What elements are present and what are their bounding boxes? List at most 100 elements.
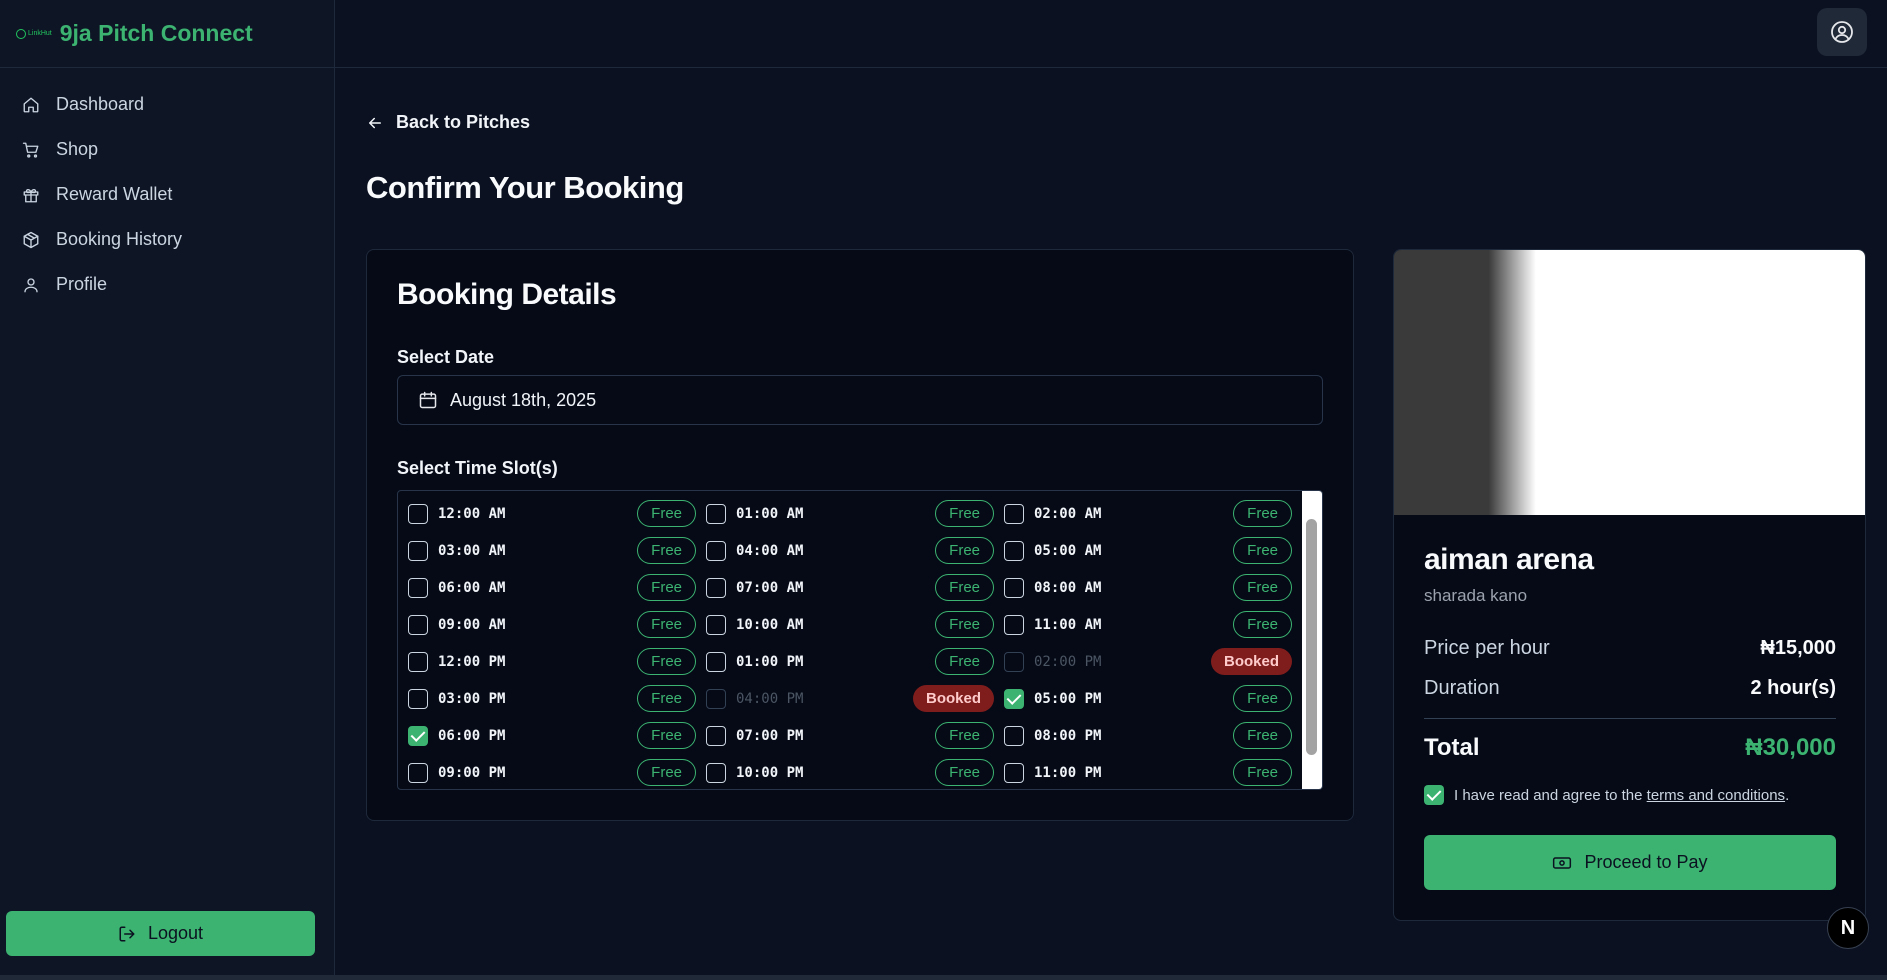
- summary-divider: [1424, 718, 1836, 719]
- time-slot-label: 07:00 PM: [736, 727, 804, 744]
- user-menu-button[interactable]: [1817, 8, 1867, 56]
- sidebar-item-dashboard[interactable]: Dashboard: [0, 82, 334, 127]
- time-slot: 08:00 PM Free: [994, 717, 1292, 754]
- sidebar-item-label: Booking History: [56, 229, 183, 249]
- sidebar-item-label: Shop: [56, 139, 99, 159]
- time-slots-list[interactable]: 12:00 AM Free 01:00 AM Free 02:00 AM Free 03:0…: [397, 490, 1323, 790]
- time-slot-checkbox: [1004, 651, 1024, 672]
- time-slot-label: 07:00 AM: [736, 579, 804, 596]
- booking-details-card: Booking Details Select Date August 18th,…: [366, 249, 1354, 821]
- time-slot-checkbox[interactable]: [408, 688, 428, 709]
- time-slot-checkbox[interactable]: [408, 503, 428, 524]
- sidebar-item-booking-history[interactable]: Booking History: [0, 217, 334, 262]
- banknote-icon: [1553, 856, 1572, 869]
- terms-link[interactable]: terms and conditions: [1647, 787, 1785, 804]
- time-slot-checkbox[interactable]: [408, 614, 428, 635]
- free-badge: Free: [1233, 574, 1292, 601]
- time-slot-checkbox[interactable]: [408, 651, 428, 672]
- time-slot-label: 12:00 AM: [438, 505, 506, 522]
- time-slot: 03:00 PM Free: [398, 680, 696, 717]
- booked-badge: Booked: [912, 685, 994, 712]
- terms-agreement: I have read and agree to the terms and c…: [1424, 785, 1789, 805]
- terms-checkbox[interactable]: [1424, 785, 1444, 805]
- time-slot-checkbox[interactable]: [408, 725, 428, 746]
- time-slot-checkbox[interactable]: [706, 577, 726, 598]
- time-slot-checkbox[interactable]: [706, 725, 726, 746]
- time-slot: 12:00 PM Free: [398, 643, 696, 680]
- sidebar-item-label: Profile: [56, 274, 108, 294]
- slots-scrollbar[interactable]: [1302, 491, 1322, 789]
- time-slot-checkbox[interactable]: [706, 503, 726, 524]
- terms-prefix: I have read and agree to the: [1454, 786, 1643, 804]
- scrollbar-thumb[interactable]: [1306, 519, 1317, 755]
- free-badge: Free: [935, 722, 994, 749]
- nextjs-dev-badge[interactable]: N: [1827, 907, 1869, 949]
- time-slot-checkbox[interactable]: [1004, 614, 1024, 635]
- proceed-to-pay-button[interactable]: Proceed to Pay: [1424, 835, 1836, 890]
- time-slot-label: 10:00 AM: [736, 616, 804, 633]
- time-slot-checkbox[interactable]: [408, 577, 428, 598]
- free-badge: Free: [935, 759, 994, 786]
- gift-icon: [23, 188, 39, 202]
- time-slot-checkbox[interactable]: [408, 540, 428, 561]
- sidebar: LinkHut 9ja Pitch Connect Dashboard Shop…: [0, 0, 335, 975]
- sidebar-item-reward-wallet[interactable]: Reward Wallet: [0, 172, 334, 217]
- time-slot: 06:00 PM Free: [398, 717, 696, 754]
- time-slot: 05:00 PM Free: [994, 680, 1292, 717]
- free-badge: Free: [1233, 611, 1292, 638]
- time-slot-checkbox[interactable]: [1004, 503, 1024, 524]
- duration-label: Duration: [1424, 677, 1500, 699]
- select-time-slots-label: Select Time Slot(s): [397, 458, 558, 478]
- back-to-pitches-link[interactable]: Back to Pitches: [366, 112, 530, 133]
- time-slot-label: 01:00 AM: [736, 505, 804, 522]
- user-icon: [24, 277, 38, 292]
- select-date-label: Select Date: [397, 347, 495, 367]
- time-slot-checkbox[interactable]: [1004, 688, 1024, 709]
- total-value: ₦30,000: [1745, 734, 1836, 761]
- sidebar-item-shop[interactable]: Shop: [0, 127, 334, 172]
- time-slot-label: 09:00 PM: [438, 764, 506, 781]
- logout-icon: [119, 926, 135, 941]
- time-slot-checkbox[interactable]: [706, 651, 726, 672]
- time-slot: 04:00 AM Free: [696, 532, 994, 569]
- time-slot-label: 11:00 PM: [1034, 764, 1102, 781]
- time-slot-checkbox[interactable]: [1004, 725, 1024, 746]
- time-slot-checkbox[interactable]: [1004, 762, 1024, 783]
- page-title: Confirm Your Booking: [366, 170, 684, 205]
- time-slot-checkbox[interactable]: [706, 614, 726, 635]
- free-badge: Free: [935, 611, 994, 638]
- time-slot-label: 05:00 AM: [1034, 542, 1102, 559]
- free-badge: Free: [1233, 537, 1292, 564]
- pitch-name: aiman arena: [1424, 543, 1594, 576]
- date-picker-button[interactable]: August 18th, 2025: [397, 375, 1323, 425]
- sidebar-item-label: Reward Wallet: [56, 184, 173, 204]
- time-slot-label: 08:00 PM: [1034, 727, 1102, 744]
- back-label: Back to Pitches: [396, 112, 531, 132]
- logout-button[interactable]: Logout: [6, 911, 315, 956]
- sidebar-item-profile[interactable]: Profile: [0, 262, 334, 307]
- time-slot-checkbox: [706, 688, 726, 709]
- free-badge: Free: [637, 500, 696, 527]
- time-slot-label: 01:00 PM: [736, 653, 804, 670]
- time-slot-label: 03:00 PM: [438, 690, 506, 707]
- free-badge: Free: [637, 759, 696, 786]
- brand-logo-text: LinkHut: [28, 30, 52, 37]
- free-badge: Free: [935, 500, 994, 527]
- duration-row: Duration 2 hour(s): [1424, 677, 1836, 700]
- brand[interactable]: LinkHut 9ja Pitch Connect: [0, 0, 334, 68]
- pitch-location: sharada kano: [1424, 586, 1528, 605]
- time-slot: 06:00 AM Free: [398, 569, 696, 606]
- time-slot-checkbox[interactable]: [408, 762, 428, 783]
- time-slot-checkbox[interactable]: [1004, 540, 1024, 561]
- topbar: [335, 0, 1887, 68]
- time-slot-checkbox[interactable]: [1004, 577, 1024, 598]
- user-circle-icon: [1831, 21, 1853, 43]
- duration-value: 2 hour(s): [1750, 677, 1836, 699]
- time-slot-checkbox[interactable]: [706, 762, 726, 783]
- time-slot: 01:00 PM Free: [696, 643, 994, 680]
- time-slot-checkbox[interactable]: [706, 540, 726, 561]
- free-badge: Free: [637, 611, 696, 638]
- time-slot: 05:00 AM Free: [994, 532, 1292, 569]
- free-badge: Free: [1233, 500, 1292, 527]
- price-value: ₦15,000: [1760, 637, 1836, 659]
